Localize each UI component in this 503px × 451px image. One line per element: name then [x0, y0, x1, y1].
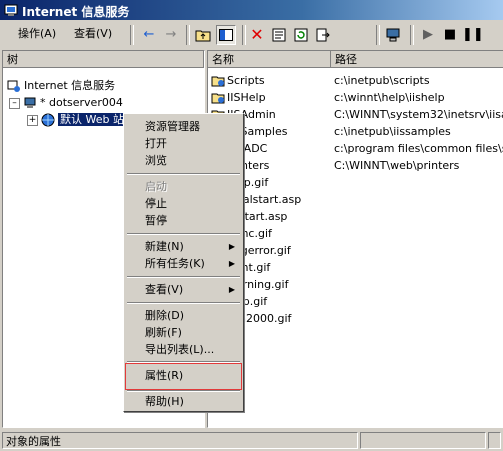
- col-path-header[interactable]: 路径: [331, 51, 503, 68]
- list-item[interactable]: localstart.asp: [208, 191, 503, 208]
- toolbar-separator: [410, 25, 414, 45]
- list-item-name-text: IISHelp: [227, 91, 266, 104]
- menu-item-pause[interactable]: 暂停: [126, 212, 241, 229]
- properties-icon[interactable]: [269, 25, 289, 45]
- context-menu: 资源管理器 打开 浏览 启动 停止 暂停 新建(N) ▶ 所有任务(K) ▶ 查看(…: [123, 113, 244, 412]
- list-item-path: c:\winnt\help\iishelp: [334, 91, 445, 104]
- tree-header[interactable]: 树: [3, 51, 204, 68]
- submenu-arrow-icon: ▶: [228, 242, 235, 251]
- toolbar-separator: [130, 25, 134, 45]
- tree-root-label: Internet 信息服务: [24, 79, 116, 92]
- menu-item-export[interactable]: 导出列表(L)...: [126, 341, 241, 358]
- menu-item-browse[interactable]: 浏览: [126, 152, 241, 169]
- menu-item-refresh[interactable]: 刷新(F): [126, 324, 241, 341]
- window-title: Internet 信息服务: [22, 5, 130, 19]
- menu-separator: [127, 173, 240, 175]
- col-name-header[interactable]: 名称: [208, 51, 331, 68]
- list-item-name-text: Scripts: [227, 74, 265, 87]
- list-item[interactable]: IISAdminC:\WINNT\system32\inetsrv\iisadm…: [208, 106, 503, 123]
- list-item[interactable]: IISSamples c:\inetpub\iissamples: [208, 123, 503, 140]
- list-item[interactable]: mmc.gif: [208, 225, 503, 242]
- toolbar-separator: [186, 25, 190, 45]
- menu-separator: [127, 390, 240, 392]
- menu-item-help[interactable]: 帮助(H): [126, 393, 241, 410]
- computer-icon[interactable]: [383, 25, 403, 45]
- menu-action[interactable]: 操作(A): [14, 25, 60, 43]
- list-item[interactable]: win2000.gif: [208, 310, 503, 327]
- play-icon[interactable]: ▶: [418, 25, 438, 45]
- list-item-path: c:\inetpub\iissamples: [334, 125, 451, 138]
- list-item[interactable]: pagerror.gif: [208, 242, 503, 259]
- virtual-dir-icon: [211, 93, 225, 104]
- menu-item-delete[interactable]: 删除(D): [126, 307, 241, 324]
- menu-item-stop[interactable]: 停止: [126, 195, 241, 212]
- toolbar-separator: [376, 25, 380, 45]
- server-icon: [24, 97, 36, 108]
- tree-site[interactable]: + 默认 Web 站点: [27, 112, 137, 128]
- list-pane[interactable]: 名称 路径 Scripts c:\inetpub\scripts IISHelp c:…: [207, 50, 503, 428]
- list-item[interactable]: Scripts c:\inetpub\scripts: [208, 72, 503, 89]
- list-item-path: c:\program files\common files\system: [334, 142, 503, 155]
- menu-item-view[interactable]: 查看(V) ▶: [126, 281, 241, 298]
- title-bar[interactable]: Internet 信息服务: [0, 0, 503, 20]
- virtual-dir-icon: [211, 76, 225, 87]
- menu-item-explorer[interactable]: 资源管理器: [126, 118, 241, 135]
- list-item[interactable]: Printers C:\WINNT\web\printers: [208, 157, 503, 174]
- menu-view[interactable]: 查看(V): [70, 25, 116, 43]
- tree-server[interactable]: – * dotserver004: [9, 95, 123, 111]
- submenu-arrow-icon: ▶: [228, 285, 235, 294]
- list-item-path: C:\WINNT\web\printers: [334, 159, 460, 172]
- menu-item-view-label: 查看(V): [145, 283, 184, 296]
- list-item[interactable]: warning.gif: [208, 276, 503, 293]
- toolbar: 操作(A) 查看(V) ← → ✕ ▶ ■ ❚❚: [0, 22, 503, 48]
- show-tree-icon[interactable]: [216, 25, 236, 45]
- tree-server-label: * dotserver004: [40, 96, 123, 109]
- list-item-name: IISHelp: [211, 89, 266, 106]
- back-icon[interactable]: ←: [139, 25, 159, 45]
- pause-icon[interactable]: ❚❚: [462, 25, 484, 45]
- list-item[interactable]: IISHelp c:\winnt\help\iishelp: [208, 89, 503, 106]
- delete-icon[interactable]: ✕: [247, 25, 267, 45]
- menu-separator: [127, 276, 240, 278]
- iis-window: Internet 信息服务 操作(A) 查看(V) ← → ✕ ▶ ■ ❚❚ 树…: [0, 0, 503, 451]
- status-bar: 对象的属性: [0, 431, 503, 451]
- up-folder-icon[interactable]: [193, 25, 213, 45]
- iis-app-icon: [4, 4, 18, 16]
- menu-item-new[interactable]: 新建(N) ▶: [126, 238, 241, 255]
- list-item[interactable]: iisstart.asp: [208, 208, 503, 225]
- refresh-icon[interactable]: [291, 25, 311, 45]
- iis-root-icon: [7, 80, 20, 92]
- toolbar-separator: [242, 25, 246, 45]
- stop-icon[interactable]: ■: [440, 25, 460, 45]
- list-item-path: c:\inetpub\scripts: [334, 74, 430, 87]
- list-item[interactable]: web.gif: [208, 293, 503, 310]
- list-item-name: Scripts: [211, 72, 265, 89]
- status-pane-2: [360, 432, 486, 449]
- menu-item-all-tasks[interactable]: 所有任务(K) ▶: [126, 255, 241, 272]
- menu-item-new-label: 新建(N): [145, 240, 184, 253]
- submenu-arrow-icon: ▶: [228, 259, 235, 268]
- menu-separator: [127, 302, 240, 304]
- status-text: 对象的属性: [2, 432, 358, 449]
- list-item[interactable]: help.gif: [208, 174, 503, 191]
- properties-highlight-box: [125, 363, 242, 390]
- export-icon[interactable]: [313, 25, 333, 45]
- list-item[interactable]: print.gif: [208, 259, 503, 276]
- tree-root[interactable]: Internet 信息服务: [7, 78, 115, 94]
- website-globe-icon: [41, 113, 55, 127]
- menu-item-open[interactable]: 打开: [126, 135, 241, 152]
- collapse-icon[interactable]: –: [9, 97, 20, 109]
- list-item-path: C:\WINNT\system32\inetsrv\iisadmin: [334, 108, 503, 121]
- menu-item-all-tasks-label: 所有任务(K): [145, 257, 205, 270]
- forward-icon[interactable]: →: [161, 25, 181, 45]
- menu-separator: [127, 233, 240, 235]
- list-item[interactable]: MSADCc:\program files\common files\syste…: [208, 140, 503, 157]
- resize-grip[interactable]: [488, 432, 501, 449]
- expand-icon[interactable]: +: [27, 114, 38, 126]
- menu-item-start: 启动: [145, 180, 167, 193]
